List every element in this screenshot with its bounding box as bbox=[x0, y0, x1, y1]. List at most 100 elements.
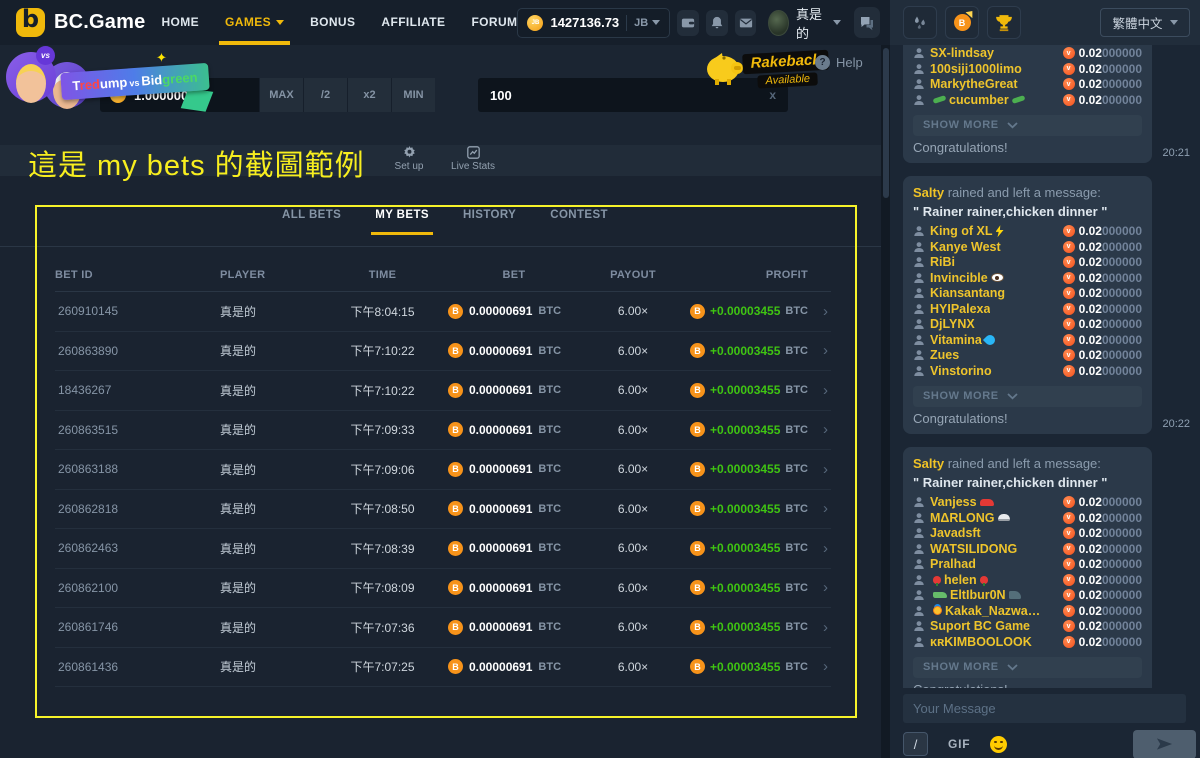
rain-recipient-name[interactable]: cucumber bbox=[949, 93, 1009, 107]
bet-2-button[interactable]: /2 bbox=[303, 78, 347, 112]
rakeback-badge[interactable]: Rakeback Available bbox=[703, 48, 829, 87]
contest-button[interactable] bbox=[987, 6, 1021, 39]
rain-coin-icon bbox=[1063, 349, 1075, 361]
help-button[interactable]: ? Help bbox=[815, 55, 863, 70]
table-row[interactable]: 260861746真是的下午7:07:360.00000691BTC6.00×+… bbox=[55, 608, 831, 648]
bet-max-button[interactable]: MAX bbox=[259, 78, 303, 112]
trophy-icon bbox=[995, 14, 1013, 32]
rain-sender-name[interactable]: Salty bbox=[913, 456, 944, 471]
send-message-button[interactable] bbox=[1133, 730, 1196, 758]
rain-recipient-name[interactable]: Kiansantang bbox=[930, 286, 1005, 300]
promo-banner-trump-vs-biden[interactable]: vs TredumpvsBidgreen ✦ bbox=[6, 46, 216, 118]
rain-sender-name[interactable]: Salty bbox=[913, 185, 944, 200]
tab-contest[interactable]: CONTEST bbox=[548, 209, 610, 221]
rain-recipient-name[interactable]: Vinstorino bbox=[930, 364, 992, 378]
rain-recipient-name[interactable]: SX-lindsay bbox=[930, 46, 994, 60]
profit-amount: +0.00003455 bbox=[710, 423, 780, 437]
table-row[interactable]: 260863890真是的下午7:10:220.00000691BTC6.00×+… bbox=[55, 332, 831, 372]
rain-recipient-name[interactable]: EltIbur0N bbox=[950, 588, 1006, 602]
gif-button[interactable]: GIF bbox=[948, 737, 970, 751]
rain-recipient-name[interactable]: HYIPalexa bbox=[930, 302, 990, 316]
language-selector[interactable]: 繁體中文 bbox=[1100, 8, 1190, 37]
chat-message-input[interactable] bbox=[903, 694, 1186, 723]
tab-all-bets[interactable]: ALL BETS bbox=[280, 209, 343, 221]
chat-toggle-button[interactable] bbox=[854, 7, 880, 38]
scrollbar-thumb[interactable] bbox=[883, 48, 889, 198]
player-cell[interactable]: 真是的 bbox=[220, 579, 325, 596]
bet-x2-button[interactable]: x2 bbox=[347, 78, 391, 112]
tab-history[interactable]: HISTORY bbox=[461, 209, 518, 221]
rain-amount-bold: 0.02 bbox=[1079, 573, 1102, 587]
player-cell[interactable]: 真是的 bbox=[220, 421, 325, 438]
table-row[interactable]: 260862463真是的下午7:08:390.00000691BTC6.00×+… bbox=[55, 529, 831, 569]
wallet-button[interactable] bbox=[677, 10, 699, 36]
user-menu[interactable]: 真是的 bbox=[768, 4, 841, 42]
bet-min-button[interactable]: MIN bbox=[391, 78, 435, 112]
payout-cell: 6.00× bbox=[588, 660, 678, 674]
player-cell[interactable]: 真是的 bbox=[220, 382, 325, 399]
multiplier-suffix: x bbox=[769, 88, 776, 102]
messages-button[interactable] bbox=[735, 10, 757, 36]
rain-recipient-name[interactable]: Zues bbox=[930, 348, 959, 362]
nav-item-bonus[interactable]: BONUS bbox=[310, 0, 355, 45]
rain-recipient-name[interactable]: Javadsft bbox=[930, 526, 981, 540]
rain-recipient-name[interactable]: MΔRLONG bbox=[930, 511, 995, 525]
player-cell[interactable]: 真是的 bbox=[220, 540, 325, 557]
nav-item-affiliate[interactable]: AFFILIATE bbox=[381, 0, 445, 45]
rain-recipient-name[interactable]: King of XL bbox=[930, 224, 993, 238]
rain-button[interactable] bbox=[903, 6, 937, 39]
person-icon bbox=[913, 496, 925, 508]
balance-dropdown[interactable]: 1427136.73 JB bbox=[517, 8, 670, 38]
table-row[interactable]: 18436267真是的下午7:10:220.00000691BTC6.00×+0… bbox=[55, 371, 831, 411]
coin-drop-button[interactable] bbox=[945, 6, 979, 39]
nav-item-home[interactable]: HOME bbox=[161, 0, 199, 45]
live-stats-button[interactable]: Live Stats bbox=[443, 146, 503, 172]
congrats-text: Congratulations! bbox=[913, 140, 1142, 155]
table-row[interactable]: 260863515真是的下午7:09:330.00000691BTC6.00×+… bbox=[55, 411, 831, 451]
slash-commands-button[interactable]: / bbox=[903, 732, 928, 756]
show-more-button[interactable]: SHOW MORE bbox=[913, 386, 1142, 407]
rain-recipient-name[interactable]: WATSILIDONG bbox=[930, 542, 1017, 556]
rain-recipient-name[interactable]: Kanye West bbox=[930, 240, 1001, 254]
rain-recipient-name[interactable]: Pralhad bbox=[930, 557, 976, 571]
player-cell[interactable]: 真是的 bbox=[220, 342, 325, 359]
profit-cell: +0.00003455BTC bbox=[678, 501, 808, 516]
chevron-down-icon bbox=[1007, 122, 1018, 129]
player-cell[interactable]: 真是的 bbox=[220, 619, 325, 636]
player-cell[interactable]: 真是的 bbox=[220, 461, 325, 478]
rain-recipient-name[interactable]: helen bbox=[944, 573, 977, 587]
scrollbar-track bbox=[881, 45, 890, 758]
rain-recipient-name[interactable]: Invincible bbox=[930, 271, 988, 285]
rain-recipient-name[interactable]: Vitamina bbox=[930, 333, 982, 347]
rain-recipient-name[interactable]: DjLYNX bbox=[930, 317, 975, 331]
table-row[interactable]: 260861436真是的下午7:07:250.00000691BTC6.00×+… bbox=[55, 648, 831, 688]
emoji-picker-button[interactable] bbox=[990, 736, 1007, 753]
tab-my-bets[interactable]: MY BETS bbox=[373, 209, 431, 221]
player-cell[interactable]: 真是的 bbox=[220, 500, 325, 517]
nav-item-forum[interactable]: FORUM bbox=[471, 0, 517, 45]
bcgame-logo[interactable]: BC.Game bbox=[16, 8, 145, 37]
rain-recipient-name[interactable]: MarkytheGreat bbox=[930, 77, 1018, 91]
rain-recipient-name[interactable]: 100siji1000limo bbox=[930, 62, 1022, 76]
rain-amount-group: 0.02000000 bbox=[1063, 633, 1142, 651]
table-row[interactable]: 260910145真是的下午8:04:150.00000691BTC6.00×+… bbox=[55, 292, 831, 332]
setup-button[interactable]: Set up bbox=[386, 146, 432, 172]
sparkle-icon: ✦ bbox=[156, 50, 167, 66]
rain-recipient-row: Zues0.02000000 bbox=[913, 348, 1142, 364]
table-row[interactable]: 260863188真是的下午7:09:060.00000691BTC6.00×+… bbox=[55, 450, 831, 490]
table-row[interactable]: 260862100真是的下午7:08:090.00000691BTC6.00×+… bbox=[55, 569, 831, 609]
rain-recipient-name[interactable]: RiBi bbox=[930, 255, 955, 269]
nav-item-games[interactable]: GAMES bbox=[225, 0, 284, 45]
rain-recipient-name[interactable]: Vanjess bbox=[930, 495, 977, 509]
show-more-button[interactable]: SHOW MORE bbox=[913, 115, 1142, 136]
rain-recipient-name[interactable]: ᴋʀKIMBOOLOOK bbox=[930, 635, 1032, 649]
show-more-button[interactable]: SHOW MORE bbox=[913, 657, 1142, 678]
table-row[interactable]: 260862818真是的下午7:08:500.00000691BTC6.00×+… bbox=[55, 490, 831, 530]
btc-coin-icon bbox=[690, 580, 705, 595]
rain-recipient-name[interactable]: Suport BC Game bbox=[930, 619, 1030, 633]
player-cell[interactable]: 真是的 bbox=[220, 658, 325, 675]
notifications-button[interactable] bbox=[706, 10, 728, 36]
rain-recipient-name[interactable]: Kakak_Nazwa… bbox=[945, 604, 1040, 618]
payout-cell: 6.00× bbox=[588, 423, 678, 437]
player-cell[interactable]: 真是的 bbox=[220, 303, 325, 320]
